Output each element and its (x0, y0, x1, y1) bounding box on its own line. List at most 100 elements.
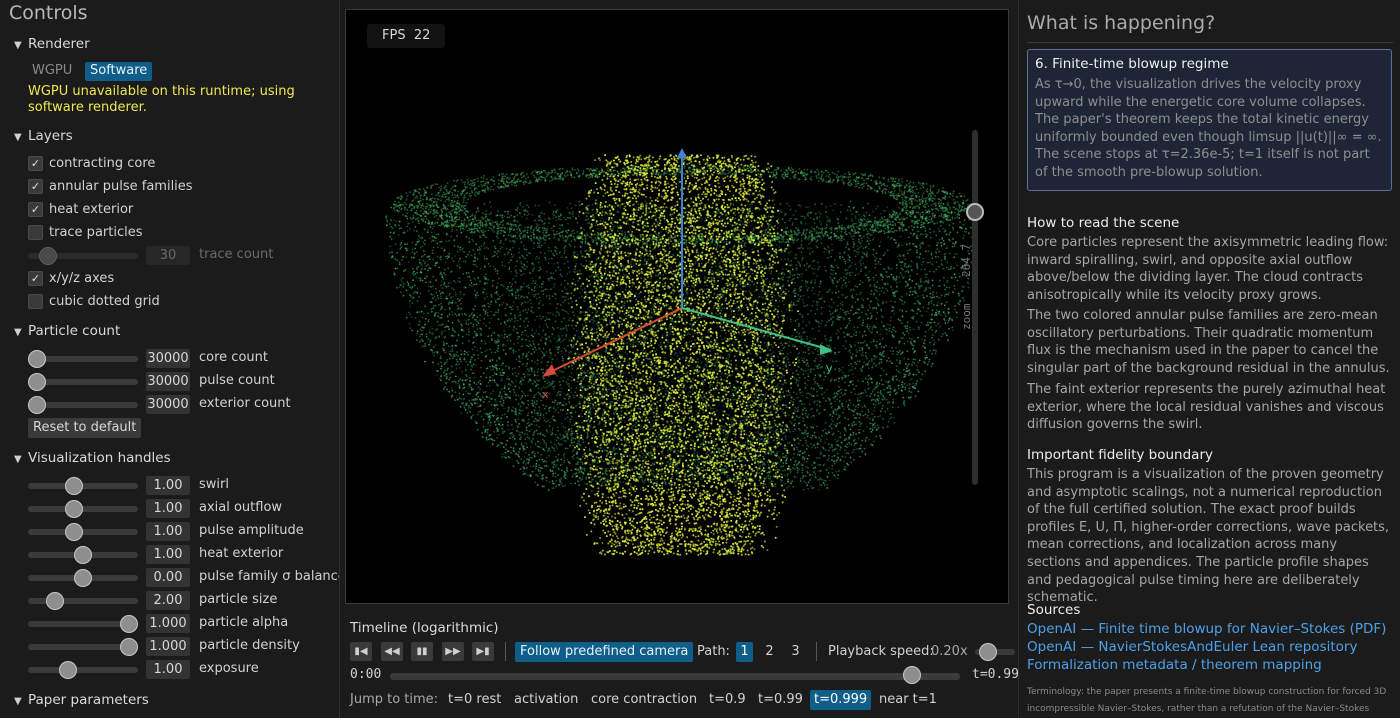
particle-count-section-header[interactable]: ▼ Particle count (14, 323, 120, 339)
skip-start-icon: ▮◀ (354, 646, 368, 657)
slider-track[interactable] (28, 483, 138, 489)
slider-value[interactable]: 1.00 (146, 476, 190, 495)
vh-slider-particle-alpha[interactable]: 1.000 particle alpha (28, 614, 339, 634)
vh-slider-particle-density[interactable]: 1.000 particle density (28, 637, 339, 657)
layer-toggle-core[interactable]: ✓ contracting core (28, 154, 155, 172)
slider-knob[interactable] (39, 247, 57, 265)
slider-value[interactable]: 1.000 (146, 637, 190, 656)
slider-value[interactable]: 1.00 (146, 522, 190, 541)
source-link-lean-repo[interactable]: OpenAI — NavierStokesAndEuler Lean repos… (1027, 639, 1357, 655)
layer-toggle-axes[interactable]: ✓ x/y/z axes (28, 269, 114, 287)
read-scene-paragraph-2: The two colored annular pulse families a… (1027, 308, 1390, 376)
slider-track[interactable] (28, 598, 138, 604)
zoom-label: zoom (960, 303, 973, 331)
playback-speed-knob[interactable] (979, 643, 997, 661)
slider-knob[interactable] (64, 523, 83, 541)
step-forward-button[interactable]: ▶▶ (442, 642, 464, 661)
pc-slider-pulse-count[interactable]: 30000 pulse count (28, 372, 339, 392)
layer-toggle-grid[interactable]: cubic dotted grid (28, 292, 160, 310)
slider-knob[interactable] (28, 396, 46, 414)
checkbox-unchecked-icon[interactable] (28, 293, 43, 309)
slider-label: trace count (199, 247, 274, 262)
renderer-wgpu-option[interactable]: WGPU (27, 62, 77, 81)
source-link-paper[interactable]: OpenAI — Finite time blowup for Navier–S… (1027, 621, 1386, 637)
slider-value[interactable]: 30000 (146, 395, 190, 414)
3d-viewport[interactable]: xy FPS 22 zoom 264.7 (345, 9, 1009, 604)
step-back-button[interactable]: ◀◀ (381, 642, 403, 661)
layer-toggle-trace[interactable]: trace particles (28, 223, 143, 241)
slider-track[interactable] (28, 506, 138, 512)
slider-value[interactable]: 30 (146, 246, 190, 265)
vh-slider-swirl[interactable]: 1.00 swirl (28, 476, 339, 496)
path-option-2[interactable]: 2 (761, 642, 778, 662)
slider-value[interactable]: 2.00 (146, 591, 190, 610)
slider-track[interactable] (28, 667, 138, 673)
layer-label: trace particles (49, 224, 143, 240)
jump-near-t1[interactable]: near t=1 (875, 690, 941, 710)
skip-to-start-button[interactable]: ▮◀ (350, 642, 372, 661)
slider-value[interactable]: 1.00 (146, 660, 190, 679)
slider-value[interactable]: 1.000 (146, 614, 190, 633)
slider-value[interactable]: 0.00 (146, 568, 190, 587)
checkbox-checked-icon[interactable]: ✓ (28, 155, 43, 171)
pc-slider-core-count[interactable]: 30000 core count (28, 349, 339, 369)
pause-button[interactable]: ▮▮ (411, 642, 433, 661)
layer-toggle-pulse[interactable]: ✓ annular pulse families (28, 177, 193, 195)
jump-activation[interactable]: activation (510, 690, 582, 710)
vh-slider-pulse-family-balance[interactable]: 0.00 pulse family σ balance (28, 568, 339, 588)
timeline-scrubber-knob[interactable] (903, 666, 921, 684)
slider-value[interactable]: 1.00 (146, 499, 190, 518)
visualization-handles-heading: Visualization handles (28, 450, 171, 466)
jump-t0-rest[interactable]: t=0 rest (444, 690, 505, 710)
slider-knob[interactable] (74, 546, 92, 564)
renderer-software-option[interactable]: Software (85, 62, 153, 81)
vh-slider-pulse-amplitude[interactable]: 1.00 pulse amplitude (28, 522, 339, 542)
vh-slider-particle-size[interactable]: 2.00 particle size (28, 591, 339, 611)
path-option-3[interactable]: 3 (787, 642, 804, 662)
slider-knob[interactable] (28, 350, 46, 368)
slider-knob[interactable] (120, 638, 138, 656)
slider-value[interactable]: 30000 (146, 372, 190, 391)
paper-parameters-section-header[interactable]: ▼ Paper parameters (14, 692, 149, 708)
jump-t0.999[interactable]: t=0.999 (810, 690, 872, 710)
checkbox-unchecked-icon[interactable] (28, 224, 43, 240)
layer-toggle-heat[interactable]: ✓ heat exterior (28, 200, 133, 218)
y-axis-label: y (826, 362, 833, 375)
slider-knob[interactable] (74, 569, 92, 587)
slider-knob[interactable] (64, 477, 83, 495)
skip-to-end-button[interactable]: ▶▮ (472, 642, 494, 661)
pc-slider-exterior-count[interactable]: 30000 exterior count (28, 395, 339, 415)
timeline-scrubber[interactable] (390, 673, 960, 680)
slider-value[interactable]: 30000 (146, 349, 190, 368)
checkbox-checked-icon[interactable]: ✓ (28, 201, 43, 217)
particle-scene[interactable]: xy (346, 10, 1009, 604)
slider-knob[interactable] (28, 373, 46, 391)
vh-slider-exposure[interactable]: 1.00 exposure (28, 660, 339, 680)
slider-knob[interactable] (120, 615, 138, 633)
vh-slider-heat-exterior[interactable]: 1.00 heat exterior (28, 545, 339, 565)
checkbox-checked-icon[interactable]: ✓ (28, 270, 43, 286)
skip-end-icon: ▶▮ (476, 646, 490, 657)
trace-count-slider[interactable]: 30 trace count (28, 246, 339, 266)
checkbox-checked-icon[interactable]: ✓ (28, 178, 43, 194)
source-link-metadata[interactable]: Formalization metadata / theorem mapping (1027, 657, 1322, 673)
jump-t0.9[interactable]: t=0.9 (705, 690, 750, 710)
slider-track[interactable] (28, 529, 138, 535)
zoom-slider-knob[interactable] (966, 202, 984, 221)
slider-knob[interactable] (46, 592, 65, 610)
vh-slider-axial-outflow[interactable]: 1.00 axial outflow (28, 499, 339, 519)
slider-knob[interactable] (59, 661, 78, 679)
step-back-icon: ◀◀ (384, 646, 400, 657)
slider-value[interactable]: 1.00 (146, 545, 190, 564)
slider-knob[interactable] (64, 500, 83, 518)
reset-to-default-button[interactable]: Reset to default (28, 418, 142, 438)
layer-label: heat exterior (49, 201, 134, 217)
jump-t0.99[interactable]: t=0.99 (754, 690, 807, 710)
visualization-handles-section-header[interactable]: ▼ Visualization handles (14, 450, 171, 466)
particle-count-heading: Particle count (28, 323, 121, 339)
path-option-1[interactable]: 1 (736, 642, 753, 662)
follow-camera-toggle[interactable]: Follow predefined camera (515, 642, 694, 662)
renderer-section-header[interactable]: ▼ Renderer (14, 36, 90, 52)
layers-section-header[interactable]: ▼ Layers (14, 128, 73, 144)
jump-core-contraction[interactable]: core contraction (587, 690, 701, 710)
